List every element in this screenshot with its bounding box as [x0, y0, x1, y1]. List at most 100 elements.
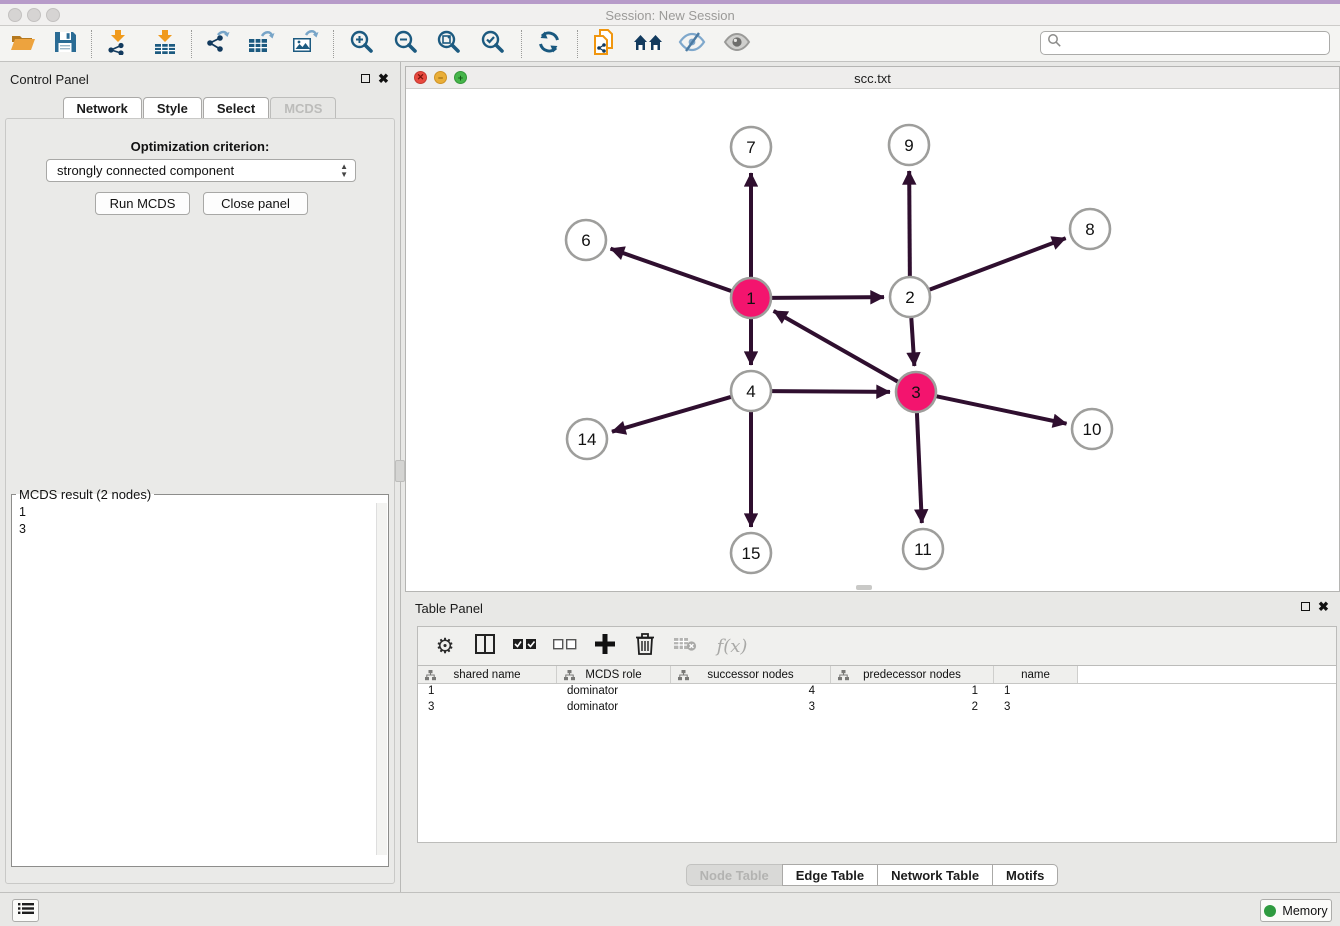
plus-icon — [594, 633, 616, 660]
search-input[interactable] — [1062, 36, 1329, 50]
first-neighbors-button[interactable] — [631, 30, 665, 58]
tab-motifs[interactable]: Motifs — [992, 864, 1058, 886]
gear-icon: ⚙ — [436, 636, 455, 657]
function-builder-button[interactable]: f(x) — [712, 633, 752, 659]
tab-edge-table[interactable]: Edge Table — [782, 864, 878, 886]
mcds-result-box: MCDS result (2 nodes) 1 3 — [11, 487, 389, 867]
run-mcds-button[interactable]: Run MCDS — [95, 192, 190, 215]
close-panel-icon[interactable]: ✖ — [378, 74, 389, 83]
delete-table-button[interactable] — [672, 633, 698, 659]
result-scrollbar[interactable] — [376, 503, 387, 855]
eye-slash-icon — [678, 31, 706, 58]
import-network-button[interactable] — [101, 30, 135, 58]
open-file-button[interactable] — [6, 30, 40, 58]
svg-text:1: 1 — [746, 289, 755, 308]
svg-text:6: 6 — [581, 231, 590, 250]
toolbar-separator — [521, 30, 522, 58]
split-columns-icon — [474, 633, 496, 660]
svg-text:7: 7 — [746, 138, 755, 157]
column-header-shared-name[interactable]: shared name — [418, 666, 557, 683]
tab-select[interactable]: Select — [203, 97, 269, 118]
search-field[interactable] — [1040, 31, 1330, 55]
save-session-button[interactable] — [48, 30, 82, 58]
deselect-all-button[interactable] — [552, 633, 578, 659]
zoom-selected-icon — [480, 29, 506, 60]
svg-text:8: 8 — [1085, 220, 1094, 239]
column-header-successor-nodes[interactable]: successor nodes — [671, 666, 831, 683]
result-line: 3 — [19, 521, 388, 538]
status-bar: Memory — [0, 892, 1340, 926]
optimization-criterion-label: Optimization criterion: — [6, 139, 394, 154]
svg-text:15: 15 — [742, 544, 761, 563]
main-toolbar — [0, 26, 1340, 62]
toolbar-separator — [191, 30, 192, 58]
table-row[interactable]: 1 dominator 4 1 1 — [418, 684, 1336, 700]
zoom-in-icon — [349, 29, 375, 60]
svg-text:2: 2 — [905, 288, 914, 307]
column-header-mcds-role[interactable]: MCDS role — [557, 666, 671, 683]
table-panel: Table Panel ✖ ⚙ f(x) shared name MCDS ro… — [405, 596, 1340, 890]
hide-selected-button[interactable] — [675, 30, 709, 58]
import-table-icon — [152, 29, 178, 60]
zoom-selected-button[interactable] — [476, 30, 510, 58]
network-window-title: scc.txt — [406, 71, 1339, 86]
zoom-in-button[interactable] — [345, 30, 379, 58]
svg-text:9: 9 — [904, 136, 913, 155]
zoom-out-button[interactable] — [389, 30, 423, 58]
table-tabs: Node TableEdge TableNetwork TableMotifs — [405, 864, 1340, 886]
add-column-button[interactable] — [592, 633, 618, 659]
select-all-button[interactable] — [512, 633, 538, 659]
toolbar-separator — [333, 30, 334, 58]
tab-node-table[interactable]: Node Table — [686, 864, 783, 886]
network-window-titlebar[interactable]: ✕ − + scc.txt — [406, 67, 1339, 89]
open-folder-icon — [10, 30, 36, 59]
column-settings-button[interactable]: ⚙ — [432, 633, 458, 659]
save-icon — [53, 30, 77, 59]
optimization-criterion-select[interactable]: strongly connected component ▲▼ — [46, 159, 356, 182]
log-console-button[interactable] — [12, 899, 39, 922]
float-panel-icon[interactable] — [361, 74, 370, 83]
svg-text:3: 3 — [911, 383, 920, 402]
split-panel-button[interactable] — [472, 633, 498, 659]
tab-style[interactable]: Style — [143, 97, 202, 118]
toolbar-separator — [91, 30, 92, 58]
selected-option-label: strongly connected component — [57, 163, 234, 178]
svg-text:4: 4 — [746, 382, 755, 401]
close-panel-button[interactable]: Close panel — [203, 192, 308, 215]
tab-network[interactable]: Network — [63, 97, 142, 118]
new-network-from-selection-button[interactable] — [587, 30, 621, 58]
import-table-button[interactable] — [148, 30, 182, 58]
svg-text:14: 14 — [578, 430, 597, 449]
table-row[interactable]: 3 dominator 3 2 3 — [418, 700, 1336, 716]
network-view-window: ✕ − + scc.txt 7968124314101511 — [405, 66, 1340, 592]
column-header-name[interactable]: name — [994, 666, 1078, 683]
svg-text:10: 10 — [1083, 420, 1102, 439]
column-header-predecessor-nodes[interactable]: predecessor nodes — [831, 666, 994, 683]
node-table: shared name MCDS role successor nodes pr… — [417, 666, 1337, 843]
table-float-panel-icon[interactable] — [1301, 602, 1310, 611]
control-panel-tabs: NetworkStyleSelectMCDS — [0, 97, 400, 118]
tab-network-table[interactable]: Network Table — [877, 864, 993, 886]
delete-column-button[interactable] — [632, 633, 658, 659]
houses-icon — [633, 30, 663, 59]
tree-icon — [838, 670, 849, 684]
table-delete-icon — [673, 636, 697, 657]
zoom-fit-button[interactable] — [432, 30, 466, 58]
zoom-fit-icon — [436, 29, 462, 60]
network-canvas-svg[interactable]: 7968124314101511 — [406, 89, 1339, 591]
splitter-grip[interactable] — [395, 460, 405, 482]
export-table-button[interactable] — [244, 30, 278, 58]
memory-button[interactable]: Memory — [1260, 899, 1332, 922]
checked-boxes-icon — [513, 637, 537, 655]
table-toolbar: ⚙ f(x) — [417, 626, 1337, 666]
fx-icon: f(x) — [717, 636, 748, 657]
table-close-panel-icon[interactable]: ✖ — [1318, 602, 1329, 611]
show-all-button[interactable] — [720, 30, 754, 58]
mcds-result-text[interactable]: 1 3 — [12, 502, 388, 866]
tab-mcds[interactable]: MCDS — [270, 97, 336, 118]
network-hscroll-thumb[interactable] — [856, 585, 872, 590]
apply-layout-button[interactable] — [532, 30, 566, 58]
export-network-button[interactable] — [201, 30, 235, 58]
export-image-button[interactable] — [288, 30, 322, 58]
unchecked-boxes-icon — [553, 637, 577, 655]
